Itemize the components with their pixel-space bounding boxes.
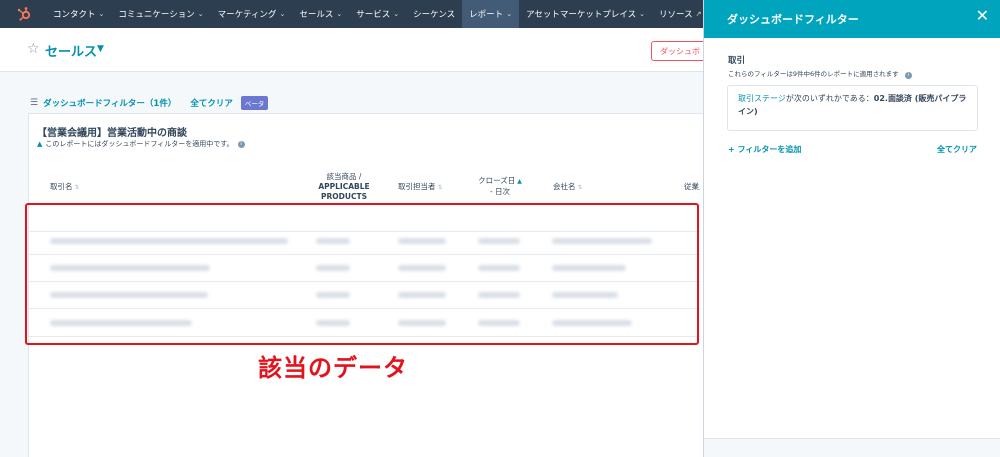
star-icon[interactable]: ☆ — [27, 41, 40, 57]
panel-body: 取引 これらのフィルターは9件中6件のレポートに適用されます i 取引ステージが… — [704, 38, 1000, 438]
warning-icon: ▲ — [37, 140, 43, 148]
sort-icon: ⇅ — [74, 184, 80, 191]
filter-condition-card[interactable]: 取引ステージが次のいずれかである：02.面談済 (販売パイプライン) — [727, 85, 978, 131]
nav-item-sequences[interactable]: シーケンス — [406, 0, 462, 28]
nav-label: シーケンス — [413, 10, 456, 20]
column-label: クローズ日 — [478, 176, 516, 185]
report-note-text: このレポートにはダッシュボードフィルターを適用中です。 — [45, 140, 234, 148]
chevron-down-icon: ⌄ — [197, 10, 204, 18]
column-header-employee[interactable]: 従業員 — [684, 181, 700, 192]
chevron-down-icon: ⌄ — [639, 10, 646, 18]
page-header: ☆ セールス ▼ ダッシュボ — [0, 28, 711, 72]
dashboard-button[interactable]: ダッシュボ — [651, 41, 711, 61]
nav-item-resources[interactable]: リソース ↗ — [652, 0, 708, 28]
filter-icon: ☰ — [30, 98, 39, 108]
nav-item-communication[interactable]: コミュニケーション ⌄ — [111, 0, 210, 28]
column-label: APPLICABLE — [318, 182, 370, 191]
nav-label: コンタクト — [53, 10, 96, 20]
chevron-down-icon: ⌄ — [393, 10, 400, 18]
column-header-company[interactable]: 会社名 ⇅ — [553, 181, 583, 192]
nav-item-sales[interactable]: セールス ⌄ — [292, 0, 349, 28]
column-header-close-date[interactable]: クローズ日 ▲ - 日次 — [477, 176, 523, 197]
sort-icon: ⇅ — [577, 184, 583, 191]
nav-item-service[interactable]: サービス ⌄ — [349, 0, 406, 28]
nav-label: リソース — [659, 10, 693, 20]
nav-label: セールス — [299, 10, 334, 20]
close-icon[interactable]: ✕ — [976, 8, 989, 24]
sort-ascending-icon: ▲ — [517, 178, 522, 185]
nav-label: マーケティング — [217, 10, 277, 20]
filter-connector: が次のいずれかである： — [785, 94, 874, 103]
caret-down-icon[interactable]: ▼ — [97, 44, 104, 54]
column-header-deal-name[interactable]: 取引名 ⇅ — [50, 181, 80, 192]
column-header-products[interactable]: 該当商品 / APPLICABLE PRODUCTS — [316, 172, 372, 202]
chevron-down-icon: ⌄ — [506, 10, 513, 18]
dashboard-filter-panel: ダッシュボードフィルター ✕ 取引 これらのフィルターは9件中6件のレポートに適… — [703, 0, 1000, 457]
beta-badge: ベータ — [240, 96, 269, 110]
panel-title: ダッシュボードフィルター — [727, 13, 859, 26]
nav-label: レポート — [469, 10, 504, 20]
info-icon[interactable]: i — [904, 72, 912, 79]
report-note: ▲ このレポートにはダッシュボードフィルターを適用中です。 i — [37, 139, 245, 149]
highlight-box — [25, 203, 699, 345]
add-filter-button[interactable]: + フィルターを追加 — [728, 144, 801, 155]
column-label: 会社名 — [553, 182, 576, 191]
chevron-down-icon: ⌄ — [98, 10, 105, 18]
nav-label: サービス — [356, 10, 391, 20]
column-label: - 日次 — [489, 187, 511, 196]
panel-footer — [704, 438, 1000, 457]
dashboard-title[interactable]: セールス — [45, 41, 97, 60]
panel-header: ダッシュボードフィルター ✕ — [704, 0, 1000, 38]
section-subtitle-text: これらのフィルターは9件中6件のレポートに適用されます — [728, 70, 899, 78]
column-label: 取引名 — [50, 182, 73, 191]
column-label: PRODUCTS — [321, 192, 367, 201]
column-label: 取引担当者 — [398, 182, 436, 191]
nav-label: コミュニケーション — [118, 10, 195, 20]
dashboard-filter-link[interactable]: ダッシュボードフィルター（1件） — [43, 97, 176, 109]
column-header-owner[interactable]: 取引担当者 ⇅ — [398, 181, 443, 192]
report-title: 【営業会議用】営業活動中の商談 — [37, 128, 187, 139]
section-title: 取引 — [728, 56, 746, 66]
column-label: 従業員 — [684, 182, 700, 191]
nav-item-contacts[interactable]: コンタクト ⌄ — [46, 0, 111, 28]
nav-label: アセットマーケットプレイス — [526, 10, 637, 20]
column-label: 該当商品 / — [326, 172, 362, 181]
hubspot-logo-icon[interactable] — [10, 0, 38, 28]
annotation-label: 該当のデータ — [258, 354, 408, 382]
nav-item-reports[interactable]: レポート ⌄ — [462, 0, 520, 28]
sort-icon: ⇅ — [437, 184, 443, 191]
external-link-icon: ↗ — [695, 10, 702, 18]
clear-all-button[interactable]: 全てクリア — [937, 144, 977, 155]
chevron-down-icon: ⌄ — [336, 10, 343, 18]
section-subtitle: これらのフィルターは9件中6件のレポートに適用されます i — [728, 68, 912, 79]
chevron-down-icon: ⌄ — [279, 10, 286, 18]
nav-item-asset-marketplace[interactable]: アセットマーケットプレイス ⌄ — [519, 0, 652, 28]
filter-property: 取引ステージ — [738, 94, 786, 103]
clear-filters-link[interactable]: 全てクリア — [190, 97, 233, 109]
info-icon[interactable]: i — [237, 140, 245, 148]
dashboard-filter-row: ☰ ダッシュボードフィルター（1件） 全てクリア ベータ — [30, 96, 269, 110]
nav-item-marketing[interactable]: マーケティング ⌄ — [211, 0, 293, 28]
